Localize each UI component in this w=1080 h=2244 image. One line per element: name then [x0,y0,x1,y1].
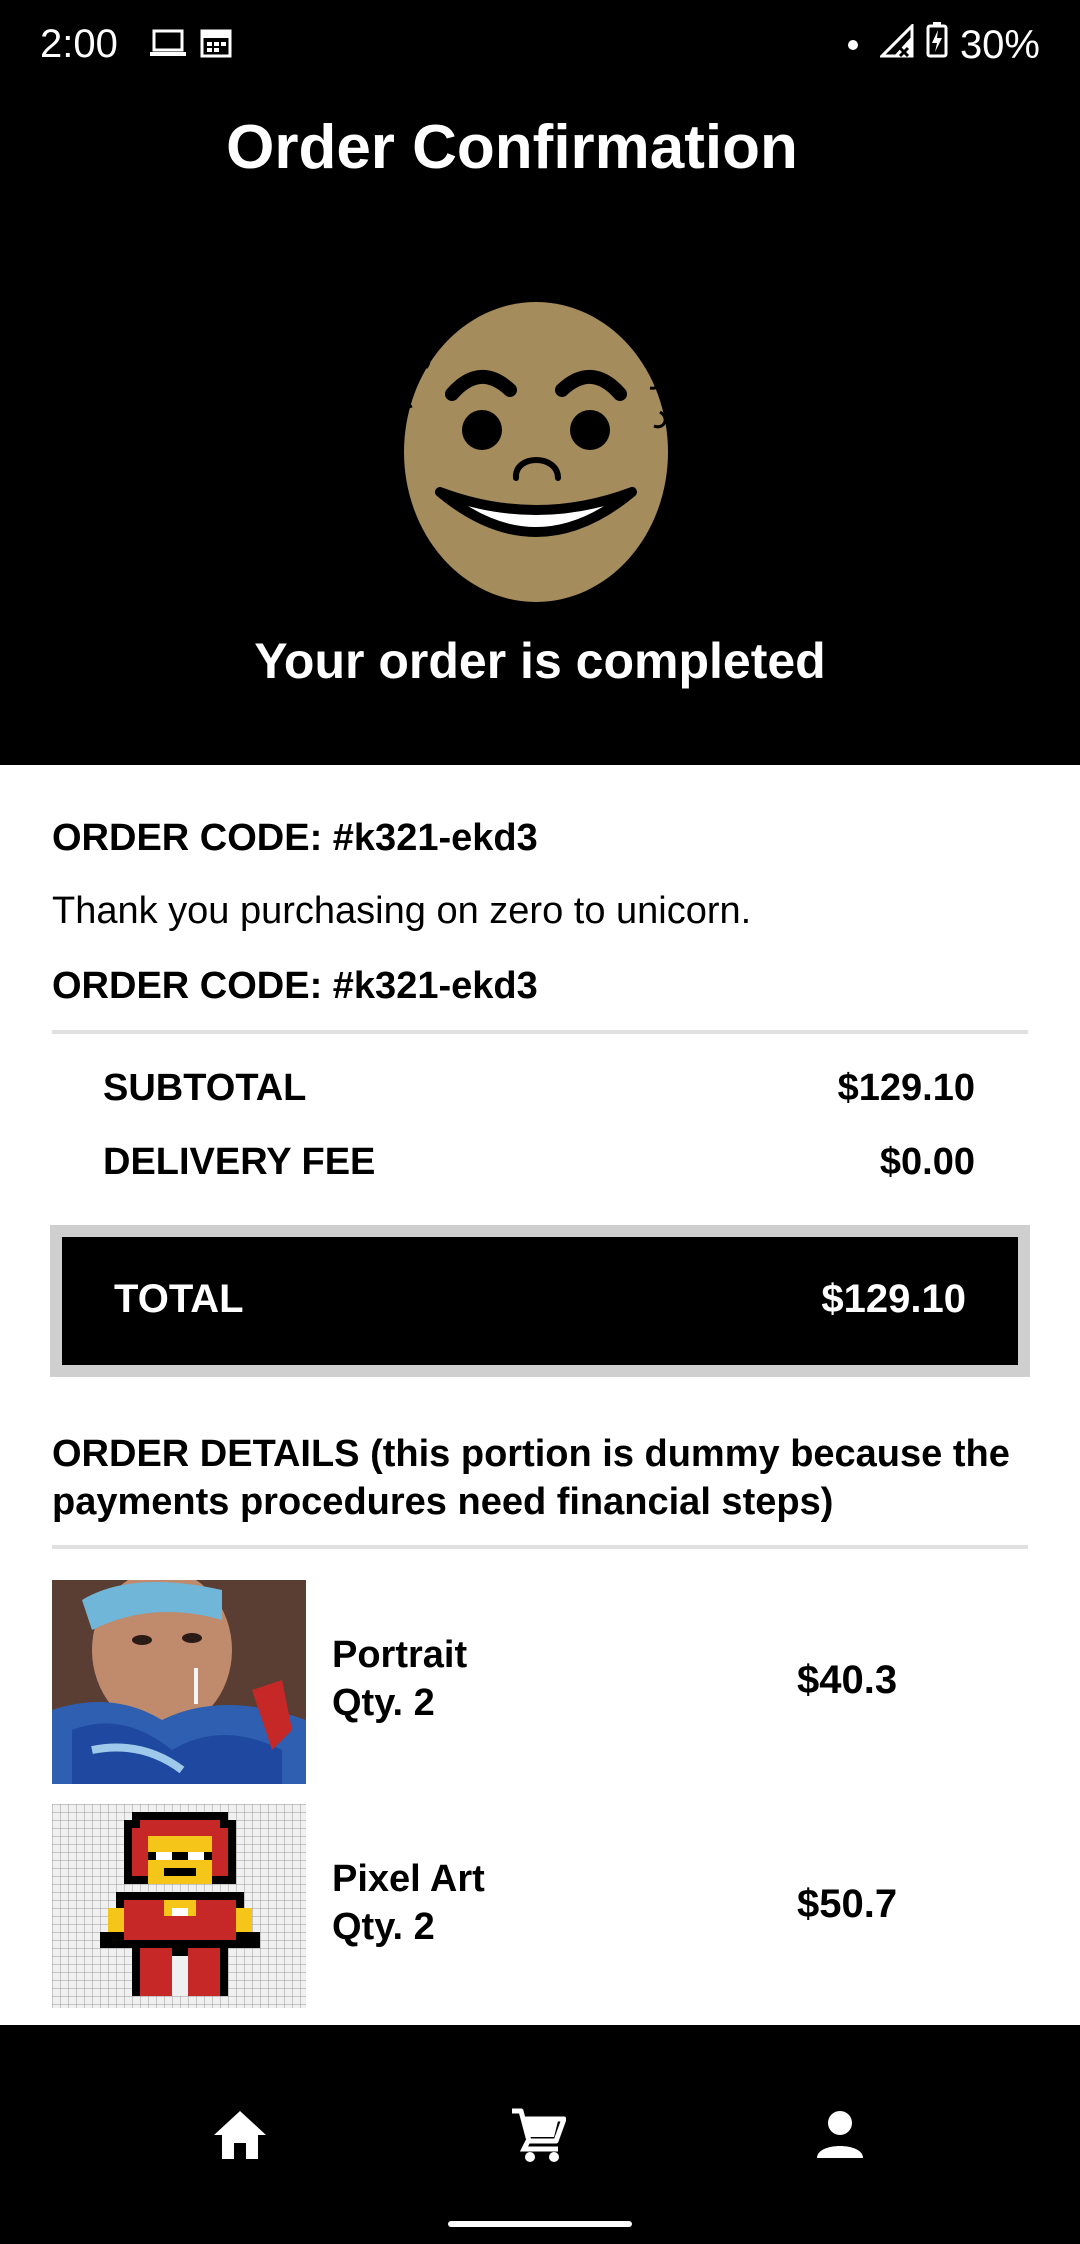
subtotal-value: $129.10 [837,1067,975,1109]
item-price: $50.7 [797,1882,898,1926]
laptop-icon [150,28,186,63]
calendar-icon [200,28,232,63]
smiling-face-icon [399,282,668,602]
bottom-navigation [0,2025,1080,2244]
cart-icon [512,2108,566,2162]
item-quantity: Qty. 2 [332,1906,435,1948]
battery-charging-icon [926,22,948,68]
dot-icon [847,40,858,50]
pixel-art-thumbnail [52,1804,306,2008]
list-item[interactable]: Pixel Art Qty. 2 $50.7 [52,1804,1028,2008]
status-bar: 2:00 30% [0,0,1080,92]
nav-cart-button[interactable] [488,2085,588,2185]
home-icon [214,2111,266,2159]
header: Order Confirmation Your order is complet… [0,92,1080,765]
order-details-title: ORDER DETAILS (this portion is dummy bec… [52,1433,1010,1523]
portrait-thumbnail [52,1580,306,1784]
delivery-fee-value: $0.00 [879,1141,975,1183]
thank-you-message: Thank you purchasing on zero to unicorn. [52,890,752,932]
divider [52,1030,1028,1034]
total-value: $129.10 [821,1277,966,1321]
profile-icon [817,2111,863,2158]
item-name: Portrait [332,1634,468,1676]
list-item[interactable]: Portrait Qty. 2 $40.3 [52,1580,1028,1784]
divider [52,1545,1028,1549]
subtotal-label: SUBTOTAL [103,1067,307,1109]
total-box: TOTAL $129.10 [50,1225,1030,1377]
order-code-repeat: ORDER CODE: #k321-ekd3 [52,965,538,1007]
total-panel: TOTAL $129.10 [62,1237,1018,1365]
nav-profile-button[interactable] [790,2085,890,2185]
item-quantity: Qty. 2 [332,1682,435,1724]
status-time: 2:00 [40,22,118,66]
delivery-fee-label: DELIVERY FEE [103,1141,376,1183]
signal-icon [878,21,914,68]
order-code: ORDER CODE: #k321-ekd3 [52,817,538,859]
gesture-home-bar[interactable] [448,2221,632,2227]
item-price: $40.3 [797,1658,898,1702]
order-content[interactable]: ORDER CODE: #k321-ekd3 Thank you purchas… [0,765,1080,2025]
total-label: TOTAL [114,1277,244,1321]
order-status-message: Your order is completed [254,633,826,689]
status-system-icons: 30% [847,21,1040,68]
status-notification-icons [150,28,232,63]
page-title: Order Confirmation [226,113,798,182]
battery-percent: 30% [959,22,1040,67]
item-name: Pixel Art [332,1858,485,1900]
nav-home-button[interactable] [190,2085,290,2185]
